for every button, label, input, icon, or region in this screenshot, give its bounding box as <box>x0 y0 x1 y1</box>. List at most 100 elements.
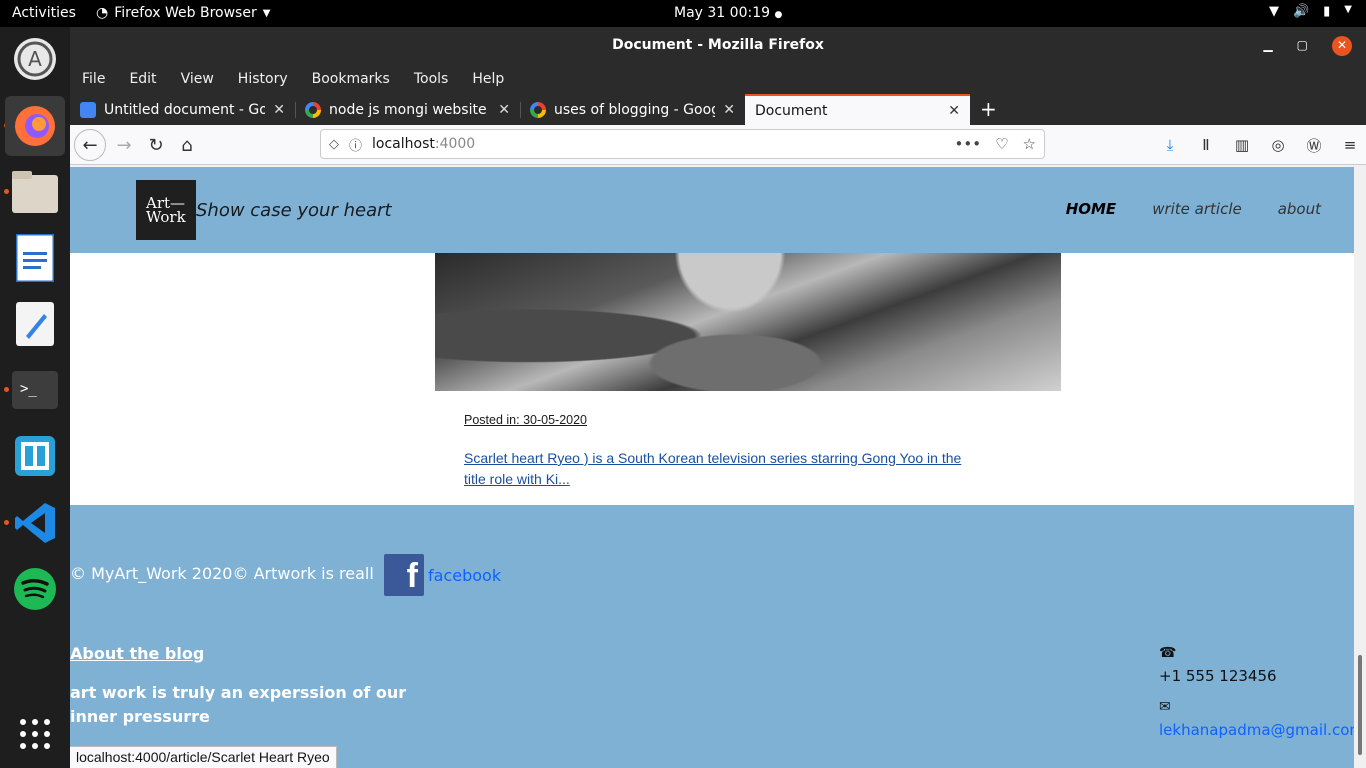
url-port: :4000 <box>434 136 476 152</box>
text-editor-icon[interactable] <box>5 294 65 354</box>
facebook-link[interactable]: facebook <box>428 566 501 585</box>
info-icon[interactable]: ⓘ <box>349 135 362 154</box>
close-icon: ✕ <box>1336 38 1348 52</box>
tab-document[interactable]: Document ✕ <box>745 94 970 125</box>
chevron-down-icon: ▼ <box>262 7 271 19</box>
menu-view[interactable]: View <box>169 71 226 87</box>
spotify-icon[interactable] <box>5 559 65 619</box>
article-image[interactable] <box>435 253 1061 391</box>
site-footer: © MyArt_Work 2020© Artwork is reall f fa… <box>70 505 1354 768</box>
about-blog-heading[interactable]: About the blog <box>70 644 204 663</box>
tab-untitled-document[interactable]: Untitled document - Goo ✕ <box>70 94 295 125</box>
back-arrow-icon: ← <box>82 134 98 156</box>
back-button[interactable]: ← <box>74 129 106 161</box>
libreoffice-writer-icon[interactable] <box>5 228 65 288</box>
app-menu[interactable]: ◔ Firefox Web Browser ▼ <box>96 5 270 21</box>
facebook-link-group[interactable]: f facebook <box>384 554 501 596</box>
page-content: Art— Work Show case your heart HOME writ… <box>70 167 1354 768</box>
tab-uses-of-blogging[interactable]: uses of blogging - Googl ✕ <box>520 94 745 125</box>
chevron-down-icon: ▼ <box>1344 4 1352 15</box>
url-bar[interactable]: ◇ ⓘ localhost:4000 ••• ♡ ☆ <box>320 129 1045 159</box>
close-tab-icon[interactable]: ✕ <box>948 103 960 119</box>
firefox-small-icon: ◔ <box>96 5 109 21</box>
terminal-icon[interactable]: >_ <box>5 360 65 420</box>
posted-date[interactable]: Posted in: 30-05-2020 <box>464 413 587 427</box>
vscode-icon[interactable] <box>5 493 65 553</box>
bookmark-star-icon[interactable]: ☆ <box>1023 135 1036 153</box>
clock-text: May 31 00:19 <box>674 5 771 21</box>
account-icon[interactable]: ◎ <box>1262 129 1294 161</box>
site-logo[interactable]: Art— Work <box>136 180 196 240</box>
menu-bookmarks[interactable]: Bookmarks <box>300 71 402 87</box>
contact-info: ☎ +1 555 123456 ✉ lekhanapadma@gmail.com <box>1159 645 1354 739</box>
menu-tools[interactable]: Tools <box>402 71 461 87</box>
ubuntu-software-icon[interactable]: A <box>5 29 65 89</box>
nav-home[interactable]: HOME <box>1066 200 1116 218</box>
downloads-icon[interactable]: ⤓ <box>1154 129 1186 161</box>
tab-node-js[interactable]: node js mongi website w ✕ <box>295 94 520 125</box>
svg-text:>_: >_ <box>20 381 37 397</box>
show-apps-icon[interactable] <box>5 704 65 764</box>
site-header: Art— Work Show case your heart HOME writ… <box>70 167 1354 253</box>
battery-icon: ▮ <box>1323 4 1331 19</box>
forward-arrow-icon: → <box>116 134 132 156</box>
tab-title: uses of blogging - Googl <box>554 101 716 118</box>
site-nav: HOME write article about <box>1066 200 1321 218</box>
about-blog-text: art work is truly an experssion of our i… <box>70 683 407 726</box>
tab-title: node js mongi website w <box>329 101 491 118</box>
menu-edit[interactable]: Edit <box>117 71 168 87</box>
minimize-icon[interactable]: ▁ <box>1263 27 1272 64</box>
email-link[interactable]: lekhanapadma@gmail.com <box>1159 721 1354 739</box>
nav-write-article[interactable]: write article <box>1152 200 1242 218</box>
phone-number: +1 555 123456 <box>1159 667 1277 685</box>
close-tab-icon[interactable]: ✕ <box>273 102 285 118</box>
home-button[interactable]: ⌂ <box>171 129 203 161</box>
menu-help[interactable]: Help <box>460 71 516 87</box>
page-actions-icon[interactable]: ••• <box>955 135 982 153</box>
page-scrollbar[interactable] <box>1354 167 1366 768</box>
dock: A >_ <box>0 27 70 768</box>
envelope-icon: ✉ <box>1159 699 1171 715</box>
tab-bar: Untitled document - Goo ✕ node js mongi … <box>70 94 1366 125</box>
close-tab-icon[interactable]: ✕ <box>723 102 735 118</box>
facebook-icon[interactable]: f <box>384 554 424 596</box>
forward-button[interactable]: → <box>108 129 140 161</box>
window-title: Document - Mozilla Firefox <box>612 37 824 53</box>
reload-button[interactable]: ↻ <box>140 129 172 161</box>
system-menu[interactable]: ▼ 🔊 ▮ ▼ <box>1269 4 1352 19</box>
navigation-toolbar: ← → ↻ ⌂ ◇ ⓘ localhost:4000 ••• ♡ ☆ ⤓ Ⅱ ▥… <box>70 125 1366 165</box>
tab-title: Document <box>755 102 828 119</box>
article-excerpt-link[interactable]: Scarlet heart Ryeo ) is a South Korean t… <box>464 448 974 490</box>
svg-text:A: A <box>28 47 42 71</box>
clock[interactable]: May 31 00:19 ● <box>674 5 782 21</box>
phone-icon: ☎ <box>1159 645 1177 661</box>
app-menu-label: Firefox Web Browser <box>114 5 257 21</box>
extension-icon[interactable]: Ⓦ <box>1298 129 1330 161</box>
pocket-icon[interactable]: ♡ <box>995 135 1008 153</box>
link-status-bar: localhost:4000/article/Scarlet Heart Rye… <box>70 746 337 768</box>
library-icon[interactable]: Ⅱ <box>1190 129 1222 161</box>
wifi-icon: ▼ <box>1268 4 1279 19</box>
tab-title: Untitled document - Goo <box>104 101 266 118</box>
app-icon[interactable] <box>5 426 65 486</box>
maximize-icon[interactable]: ▢ <box>1297 27 1308 64</box>
scrollbar-thumb[interactable] <box>1358 655 1362 755</box>
menu-history[interactable]: History <box>226 71 300 87</box>
nav-about[interactable]: about <box>1278 200 1321 218</box>
files-icon[interactable] <box>5 162 65 222</box>
menu-file[interactable]: File <box>70 71 117 87</box>
hamburger-menu-icon[interactable]: ≡ <box>1334 129 1366 161</box>
close-window-button[interactable]: ✕ <box>1332 35 1352 56</box>
google-icon <box>530 101 546 118</box>
notification-dot-icon: ● <box>774 10 783 20</box>
window-titlebar[interactable]: Document - Mozilla Firefox ▁ ▢ ✕ <box>70 27 1366 64</box>
close-tab-icon[interactable]: ✕ <box>498 102 510 118</box>
menu-bar: File Edit View History Bookmarks Tools H… <box>70 64 1366 94</box>
site-tagline: Show case your heart <box>196 200 392 221</box>
sidebar-icon[interactable]: ▥ <box>1226 129 1258 161</box>
new-tab-button[interactable]: + <box>970 94 1007 125</box>
shield-icon[interactable]: ◇ <box>329 137 339 152</box>
firefox-icon[interactable] <box>5 96 65 156</box>
activities-button[interactable]: Activities <box>12 5 76 21</box>
home-icon: ⌂ <box>181 134 193 156</box>
